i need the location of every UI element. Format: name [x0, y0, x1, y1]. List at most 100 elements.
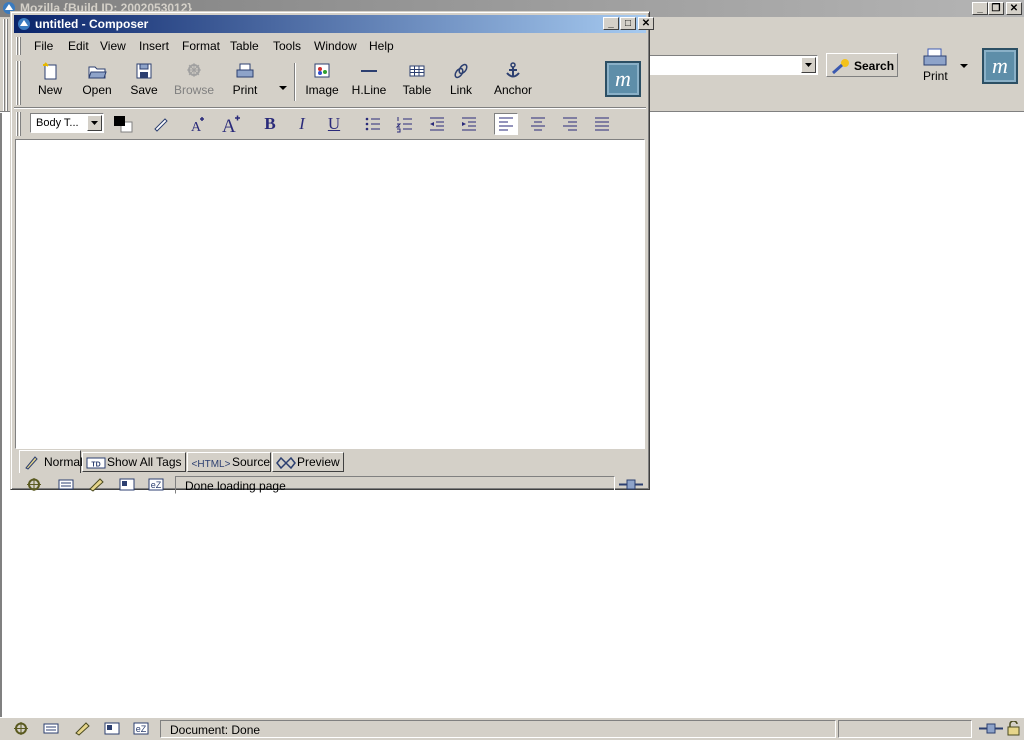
menu-tools[interactable]: Tools	[273, 39, 301, 53]
highlight-button[interactable]	[150, 113, 172, 135]
toolbar-separator	[294, 63, 296, 101]
menu-help[interactable]: Help	[369, 39, 394, 53]
composer-status-text: Done loading page	[175, 476, 615, 494]
mail-icon[interactable]	[42, 721, 60, 736]
composer-close-button[interactable]: ✕	[638, 17, 654, 30]
composer-icon[interactable]	[88, 477, 106, 492]
svg-text:A: A	[222, 116, 236, 135]
online-connection-icon[interactable]	[618, 477, 644, 492]
browse-button[interactable]: Browse	[174, 61, 214, 105]
font-larger-button[interactable]: A	[220, 113, 242, 137]
insert-image-button[interactable]: Image	[304, 61, 340, 105]
menu-edit[interactable]: Edit	[68, 39, 89, 53]
search-icon	[832, 59, 849, 75]
composer-title-bar[interactable]: untitled - Composer _ □ ✕	[14, 15, 654, 33]
menu-view[interactable]: View	[100, 39, 126, 53]
save-label: Save	[130, 83, 158, 97]
toolbar-grip[interactable]	[3, 19, 9, 111]
composer-editing-area[interactable]	[15, 139, 645, 449]
composer-logo-throbber[interactable]: m	[605, 61, 641, 97]
menu-format[interactable]: Format	[182, 39, 220, 53]
chat-icon[interactable]: eZ	[132, 721, 150, 736]
align-center-button[interactable]	[527, 113, 549, 135]
link-chain-icon	[454, 63, 468, 79]
composer-window[interactable]: untitled - Composer _ □ ✕ File Edit View…	[10, 11, 654, 494]
menu-file[interactable]: File	[34, 39, 53, 53]
numbered-list-button[interactable]	[394, 113, 416, 135]
mail-icon[interactable]	[57, 477, 75, 492]
navigator-icon[interactable]	[12, 721, 30, 736]
address-book-icon[interactable]	[118, 477, 136, 492]
align-left-icon	[499, 117, 513, 131]
preview-icon	[276, 456, 296, 470]
tab-source[interactable]: <HTML> Source	[187, 452, 271, 472]
formatbar-grip[interactable]	[16, 112, 22, 136]
address-book-icon[interactable]	[103, 721, 121, 736]
print-button[interactable]: Print	[230, 61, 260, 105]
tab-show-all-tags[interactable]: TD Show All Tags	[82, 452, 186, 472]
font-smaller-button[interactable]: A	[186, 113, 208, 135]
open-button[interactable]: Open	[80, 61, 114, 105]
align-right-button[interactable]	[559, 113, 581, 135]
composer-icon[interactable]	[74, 721, 92, 736]
insert-hline-button[interactable]: H.Line	[350, 61, 388, 105]
composer-maximize-button[interactable]: □	[620, 17, 636, 30]
mozilla-logo-icon: m	[992, 53, 1008, 78]
svg-text:eZ: eZ	[151, 480, 162, 490]
url-dropdown-button[interactable]	[801, 57, 816, 73]
outdent-button[interactable]	[426, 113, 448, 135]
tab-preview[interactable]: Preview	[272, 452, 344, 472]
browser-url-field[interactable]	[648, 55, 818, 75]
mozilla-logo-throbber[interactable]: m	[982, 48, 1018, 84]
bullet-list-button[interactable]	[362, 113, 384, 135]
browser-search-button[interactable]: Search	[826, 53, 898, 77]
print-dropdown-button[interactable]	[958, 60, 970, 72]
tab-normal[interactable]: Normal	[19, 450, 83, 473]
save-button[interactable]: Save	[128, 61, 160, 105]
align-left-button[interactable]	[494, 113, 518, 135]
menu-table[interactable]: Table	[230, 39, 259, 53]
italic-button[interactable]: I	[291, 113, 313, 135]
text-color-button[interactable]	[110, 113, 136, 135]
insert-link-button[interactable]: Link	[446, 61, 476, 105]
browser-status-bar: eZ Document: Done	[0, 718, 1024, 740]
bold-button[interactable]: B	[259, 113, 281, 135]
edit-mode-tabs: Normal TD Show All Tags <HTML> Source Pr…	[15, 450, 645, 474]
image-icon	[314, 63, 330, 78]
composer-minimize-button[interactable]: _	[603, 17, 619, 30]
underline-button[interactable]: U	[323, 113, 345, 135]
printer-icon	[923, 48, 947, 66]
menu-insert[interactable]: Insert	[139, 39, 169, 53]
justify-button[interactable]	[591, 113, 613, 135]
menu-window[interactable]: Window	[314, 39, 357, 53]
align-center-icon	[531, 117, 545, 131]
printer-icon	[236, 63, 254, 78]
horizontal-line-icon	[361, 70, 377, 72]
font-size-increase-icon: A	[222, 115, 240, 137]
td-tag-icon: TD	[86, 457, 106, 469]
paragraph-format-select[interactable]: Body T...	[30, 113, 104, 133]
toolbar-grip[interactable]	[16, 61, 22, 105]
tab-source-label: Source	[232, 455, 271, 469]
composer-app-icon	[18, 18, 30, 30]
new-button[interactable]: New	[34, 61, 66, 105]
paragraph-format-dropdown-button[interactable]	[87, 115, 102, 131]
security-lock-icon[interactable]	[1006, 721, 1022, 736]
table-icon	[409, 65, 425, 77]
menubar-grip[interactable]	[16, 37, 22, 55]
insert-table-button[interactable]: Table	[400, 61, 434, 105]
browser-restore-button[interactable]: ❐	[988, 2, 1004, 15]
navigator-icon[interactable]	[25, 477, 43, 492]
browser-print-button[interactable]: Print	[915, 48, 955, 84]
mozilla-logo-icon: m	[615, 66, 631, 91]
browser-close-button[interactable]: ✕	[1006, 2, 1022, 15]
svg-text:<HTML>: <HTML>	[192, 459, 231, 470]
tab-normal-label: Normal	[44, 455, 83, 469]
insert-anchor-button[interactable]: Anchor	[492, 61, 534, 105]
online-connection-icon[interactable]	[978, 721, 1004, 736]
chat-icon[interactable]: eZ	[147, 477, 165, 492]
indent-button[interactable]	[458, 113, 480, 135]
justify-icon	[595, 117, 609, 131]
browser-minimize-button[interactable]: _	[972, 2, 988, 15]
print-dropdown-icon[interactable]	[278, 83, 288, 93]
